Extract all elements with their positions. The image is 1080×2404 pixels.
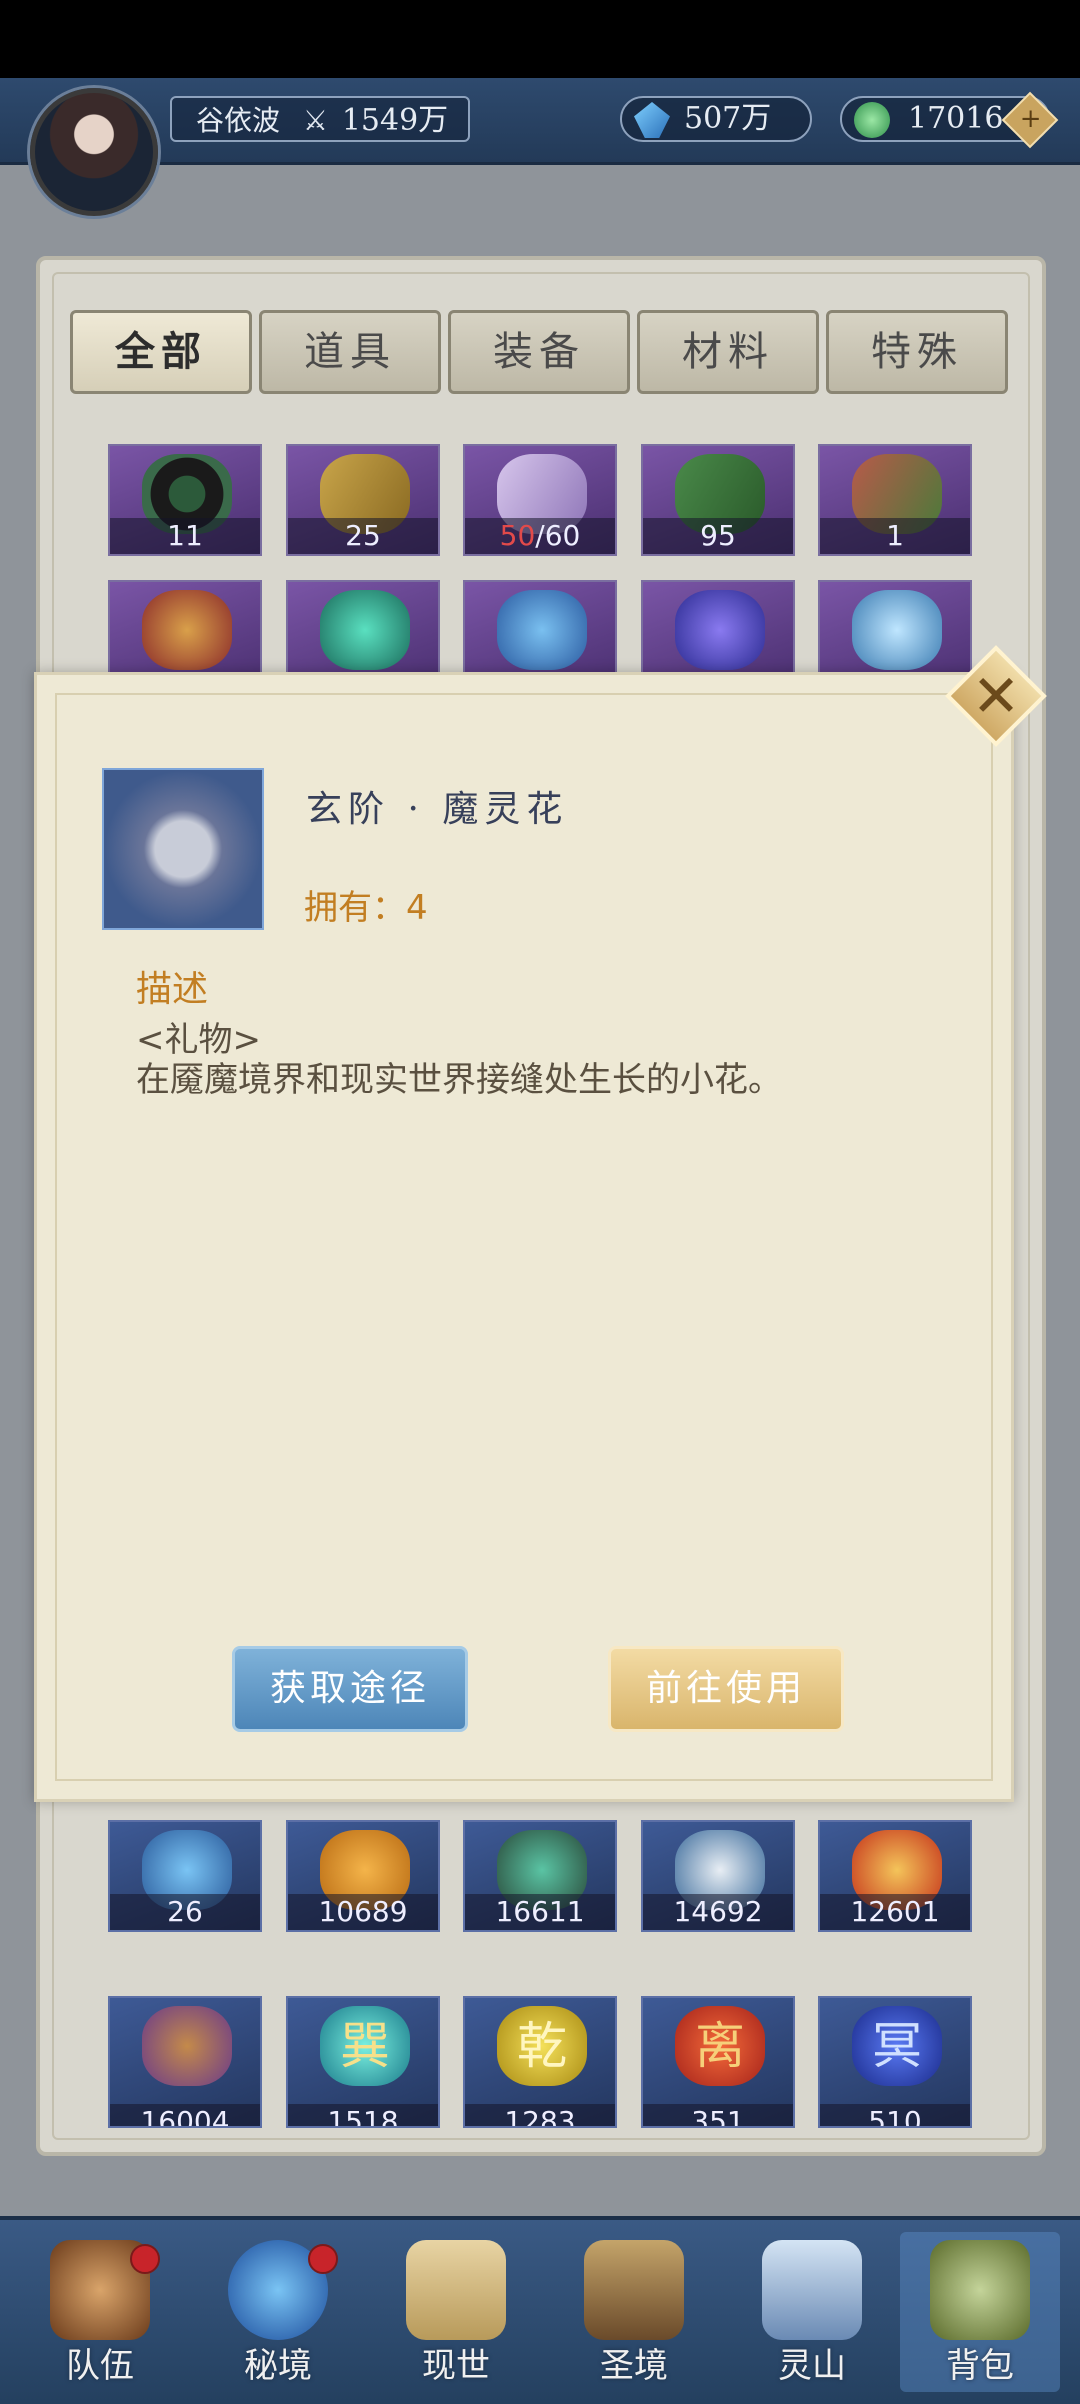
tab-all[interactable]: 全部: [70, 310, 252, 394]
tab-special[interactable]: 特殊: [826, 310, 1008, 394]
player-info: 谷依波 ⚔ 1549万: [170, 96, 470, 142]
nav-secret-realm[interactable]: 秘境: [198, 2232, 358, 2392]
power-icon: ⚔: [302, 104, 329, 137]
item-count: 1518: [288, 2104, 438, 2126]
inventory-slot[interactable]: 12601: [818, 1820, 972, 1932]
nav-spirit-mountain[interactable]: 灵山: [732, 2232, 892, 2392]
inventory-slot[interactable]: 巽 1518: [286, 1996, 440, 2128]
owned-count: 拥有：4: [304, 888, 428, 928]
go-use-button[interactable]: 前往使用: [608, 1646, 844, 1732]
item-count: 1: [820, 518, 970, 554]
item-count: 26: [110, 1894, 260, 1930]
obtain-source-button[interactable]: 获取途径: [232, 1646, 468, 1732]
item-count: 95: [643, 518, 793, 554]
inventory-slot[interactable]: 10689: [286, 1820, 440, 1932]
inventory-slot[interactable]: 25: [286, 444, 440, 556]
backpack-icon: [930, 2240, 1030, 2340]
item-icon: [102, 768, 264, 930]
scroll-icon: [406, 2240, 506, 2340]
inventory-slot[interactable]: 95: [641, 444, 795, 556]
status-bar: [0, 0, 1080, 78]
nav-present-world[interactable]: 现世: [376, 2232, 536, 2392]
item-count: 11: [110, 518, 260, 554]
palace-icon: [584, 2240, 684, 2340]
coin-icon: [854, 102, 890, 138]
item-count: 1283: [465, 2104, 615, 2126]
nav-backpack[interactable]: 背包: [900, 2232, 1060, 2392]
inventory-slot[interactable]: 乾 1283: [463, 1996, 617, 2128]
inventory-slot[interactable]: 14692: [641, 1820, 795, 1932]
player-name: 谷依波: [196, 104, 281, 137]
inventory-slot[interactable]: 26: [108, 1820, 262, 1932]
tab-materials[interactable]: 材料: [637, 310, 819, 394]
notification-dot: [308, 2244, 338, 2274]
item-count: 10689: [288, 1894, 438, 1930]
inventory-slot[interactable]: 离 351: [641, 1996, 795, 2128]
coin-currency[interactable]: 17016 +: [840, 91, 1059, 149]
nav-team[interactable]: 队伍: [20, 2232, 180, 2392]
player-avatar[interactable]: [30, 88, 158, 216]
item-count: 16611: [465, 1894, 615, 1930]
item-count: 12601: [820, 1894, 970, 1930]
inventory-slot[interactable]: 11: [108, 444, 262, 556]
item-name: 玄阶 · 魔灵花: [306, 789, 569, 830]
gem-currency[interactable]: 507万: [620, 96, 812, 142]
item-count: 351: [643, 2104, 793, 2126]
tab-props[interactable]: 道具: [259, 310, 441, 394]
item-count: 14692: [643, 1894, 793, 1930]
nav-holy-realm[interactable]: 圣境: [554, 2232, 714, 2392]
gem-amount: 507万: [684, 101, 772, 136]
item-count: 510: [820, 2104, 970, 2126]
item-count: 16004: [110, 2104, 260, 2126]
mountain-icon: [762, 2240, 862, 2340]
notification-dot: [130, 2244, 160, 2274]
tab-equipment[interactable]: 装备: [448, 310, 630, 394]
description-text: 在魇魔境界和现实世界接缝处生长的小花。: [136, 1060, 782, 1100]
close-icon: ✕: [971, 662, 1021, 730]
item-count: 25: [288, 518, 438, 554]
inventory-slot[interactable]: 16004: [108, 1996, 262, 2128]
player-power: 1549万: [341, 103, 449, 138]
inventory-slot[interactable]: 16611: [463, 1820, 617, 1932]
inventory-slot[interactable]: 冥 510: [818, 1996, 972, 2128]
description-title: 描述: [136, 969, 209, 1010]
gem-icon: [634, 102, 670, 138]
item-count: 50/60: [465, 518, 615, 554]
inventory-slot[interactable]: 1: [818, 444, 972, 556]
plus-icon: +: [1019, 104, 1042, 135]
coin-amount: 17016: [908, 101, 1004, 136]
inventory-slot[interactable]: 50/60: [463, 444, 617, 556]
